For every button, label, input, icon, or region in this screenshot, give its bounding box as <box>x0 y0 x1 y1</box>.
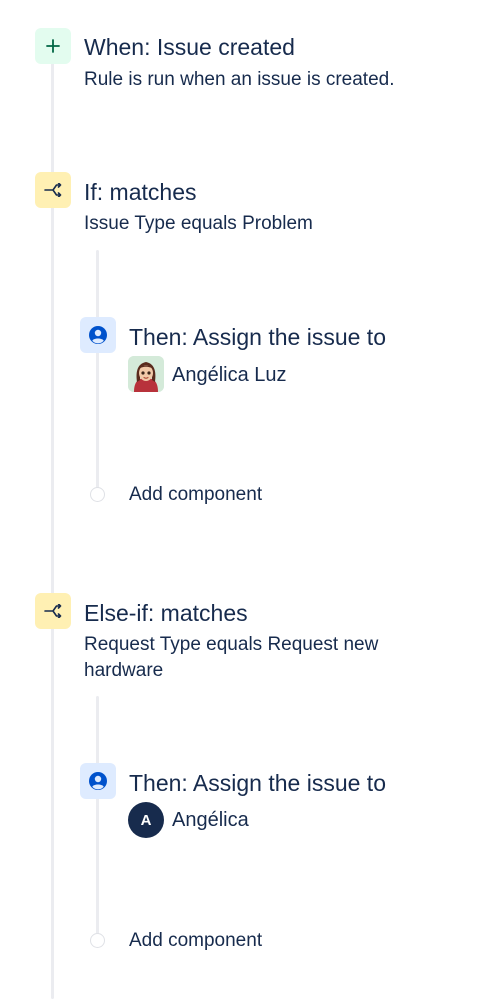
branch-icon <box>44 183 62 197</box>
if-branch-line <box>96 250 99 488</box>
trigger-icon-box <box>35 28 71 64</box>
trigger-description: Rule is run when an issue is created. <box>84 69 395 90</box>
if-add-component-node <box>90 487 105 502</box>
assignee-avatar-image <box>128 356 164 392</box>
plus-icon <box>46 39 60 53</box>
if-condition-description: Issue Type equals Problem <box>84 213 313 234</box>
else-if-action-icon-box <box>80 763 116 799</box>
else-if-condition-icon-box <box>35 593 71 629</box>
if-action-icon-box <box>80 317 116 353</box>
user-circle-icon <box>89 326 107 344</box>
if-action-title[interactable]: Then: Assign the issue to <box>129 322 386 352</box>
avatar: A <box>128 802 164 838</box>
branch-icon <box>44 604 62 618</box>
user-circle-icon <box>89 772 107 790</box>
if-add-component-button[interactable]: Add component <box>129 482 262 508</box>
else-if-branch-line <box>96 696 99 934</box>
else-if-action-title[interactable]: Then: Assign the issue to <box>129 768 386 798</box>
else-if-action-assignee-name: Angélica <box>172 809 249 831</box>
avatar <box>128 356 164 392</box>
if-action-assignee-name: Angélica Luz <box>172 364 287 386</box>
else-if-condition-title[interactable]: Else-if: matches <box>84 598 248 628</box>
else-if-add-component-node <box>90 933 105 948</box>
else-if-add-component-button[interactable]: Add component <box>129 928 262 954</box>
if-condition-icon-box <box>35 172 71 208</box>
if-condition-title[interactable]: If: matches <box>84 177 196 207</box>
trigger-title[interactable]: When: Issue created <box>84 32 295 62</box>
else-if-condition-description: Request Type equals Request new hardware <box>84 634 379 681</box>
